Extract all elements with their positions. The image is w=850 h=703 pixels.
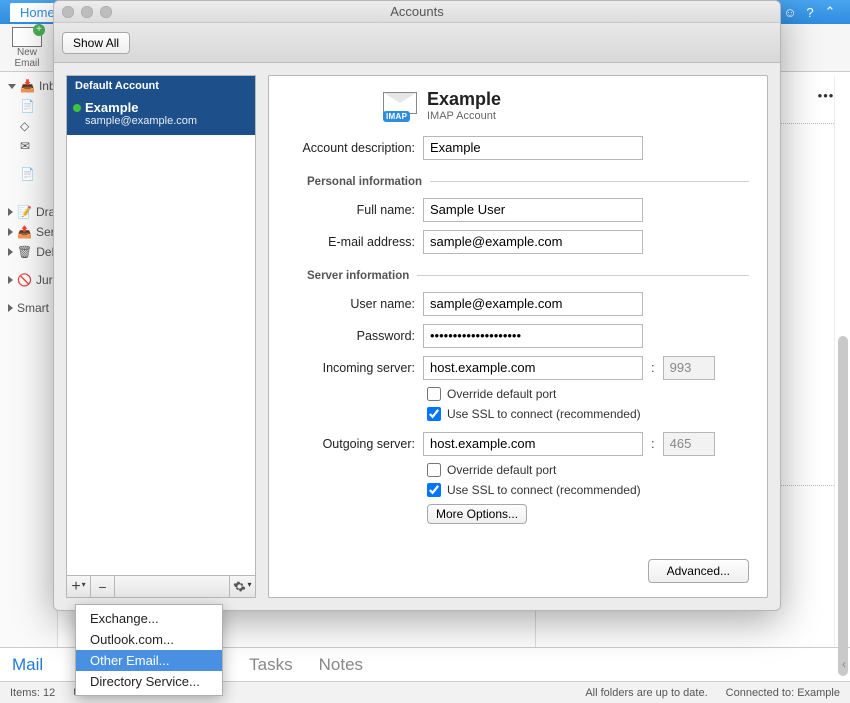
label-override-port-in: Override default port [447, 387, 556, 401]
section-server-info: Server information [307, 270, 409, 282]
account-detail-panel: IMAP Example IMAP Account Account descri… [268, 75, 768, 598]
traffic-lights [62, 6, 112, 18]
label-incoming-server: Incoming server: [287, 361, 415, 375]
accounts-list-footer: +▾ − ▾ [67, 575, 255, 597]
close-traffic-icon[interactable] [62, 6, 74, 18]
sidebar-sent[interactable]: 📤 Ser [2, 222, 55, 242]
label-ssl-out: Use SSL to connect (recommended) [447, 483, 641, 497]
window-title: Accounts [54, 4, 780, 19]
add-account-button[interactable]: +▾ [67, 576, 91, 597]
full-name-field[interactable] [423, 198, 643, 222]
account-type-icon: IMAP [383, 92, 417, 120]
sidebar-sub2[interactable]: ◇ [2, 116, 55, 136]
modal-toolbar: Show All [54, 23, 780, 63]
nav-mail[interactable]: Mail [12, 655, 43, 675]
minimize-traffic-icon[interactable] [81, 6, 93, 18]
account-description-field[interactable] [423, 136, 643, 160]
menu-item-directory-service[interactable]: Directory Service... [76, 671, 222, 692]
status-connection: Connected to: Example [726, 687, 840, 699]
incoming-port-field[interactable] [663, 356, 715, 380]
sidebar-deleted[interactable]: 🗑 Del [2, 242, 55, 262]
outgoing-override-port-checkbox[interactable] [427, 463, 441, 477]
add-account-menu: Exchange... Outlook.com... Other Email..… [75, 604, 223, 696]
menu-item-other-email[interactable]: Other Email... [76, 650, 222, 671]
accounts-window: Accounts Show All Default Account Exampl… [53, 0, 781, 611]
label-email-address: E-mail address: [287, 235, 415, 249]
email-address-field[interactable] [423, 230, 643, 254]
label-ssl-in: Use SSL to connect (recommended) [447, 407, 641, 421]
accounts-list-panel: Default Account Example sample@example.c… [66, 75, 256, 598]
status-dot-icon [73, 104, 81, 112]
new-email-label-1: New [17, 47, 37, 58]
user-name-field[interactable] [423, 292, 643, 316]
envelope-icon [12, 27, 42, 47]
label-password: Password: [287, 329, 415, 343]
scrollbar-track [834, 76, 850, 647]
sidebar-inbox[interactable]: 📥 Inb [2, 76, 55, 96]
nav-arrow-icon[interactable]: ‹ [842, 657, 846, 671]
label-override-port-out: Override default port [447, 463, 556, 477]
new-email-label-2: Email [14, 58, 39, 69]
label-full-name: Full name: [287, 203, 415, 217]
incoming-ssl-checkbox[interactable] [427, 407, 441, 421]
sidebar-sub1[interactable]: 📄 [2, 96, 55, 116]
nav-notes[interactable]: Notes [319, 655, 363, 675]
detail-subtitle: IMAP Account [427, 110, 501, 122]
account-item-name: Example [85, 100, 247, 115]
sidebar-drafts[interactable]: 📝 Dra [2, 202, 55, 222]
label-user-name: User name: [287, 297, 415, 311]
outgoing-ssl-checkbox[interactable] [427, 483, 441, 497]
new-email-button[interactable]: New Email [6, 25, 48, 71]
nav-tasks[interactable]: Tasks [249, 655, 292, 675]
accounts-list-header: Default Account [67, 76, 255, 96]
menu-item-exchange[interactable]: Exchange... [76, 608, 222, 629]
collapse-ribbon-icon[interactable]: ⌃ [820, 4, 840, 20]
status-sync: All folders are up to date. [585, 687, 707, 699]
detail-title: Example [427, 90, 501, 110]
scrollbar-thumb[interactable] [838, 336, 848, 676]
titlebar[interactable]: Accounts [54, 1, 780, 23]
menu-item-outlookcom[interactable]: Outlook.com... [76, 629, 222, 650]
folder-sidebar: 📥 Inb 📄 ◇ ✉︎ 📄 📝 Dra 📤 Ser 🗑 Del 🚫 Jur S… [0, 72, 58, 647]
incoming-override-port-checkbox[interactable] [427, 387, 441, 401]
more-options-button[interactable]: More Options... [427, 504, 527, 524]
sidebar-junk[interactable]: 🚫 Jur [2, 270, 55, 290]
outgoing-server-field[interactable] [423, 432, 643, 456]
section-personal-info: Personal information [307, 176, 422, 188]
outgoing-port-field[interactable] [663, 432, 715, 456]
password-field[interactable] [423, 324, 643, 348]
advanced-button[interactable]: Advanced... [648, 559, 749, 583]
status-items: Items: 12 [10, 687, 55, 699]
label-account-description: Account description: [287, 141, 415, 155]
sidebar-sub3[interactable]: ✉︎ [2, 136, 55, 156]
sidebar-sub4[interactable]: 📄 [2, 164, 55, 184]
account-settings-button[interactable]: ▾ [229, 576, 255, 597]
sidebar-smart[interactable]: Smart [2, 298, 55, 318]
account-item-example[interactable]: Example sample@example.com [67, 96, 255, 135]
imap-badge: IMAP [383, 111, 410, 122]
help-icon[interactable]: ? [800, 5, 820, 20]
show-all-button[interactable]: Show All [62, 32, 130, 54]
zoom-traffic-icon[interactable] [100, 6, 112, 18]
remove-account-button[interactable]: − [91, 576, 115, 597]
incoming-server-field[interactable] [423, 356, 643, 380]
account-item-email: sample@example.com [85, 115, 247, 127]
gear-icon [233, 580, 246, 593]
label-outgoing-server: Outgoing server: [287, 437, 415, 451]
smiley-icon[interactable]: ☺ [780, 5, 800, 20]
